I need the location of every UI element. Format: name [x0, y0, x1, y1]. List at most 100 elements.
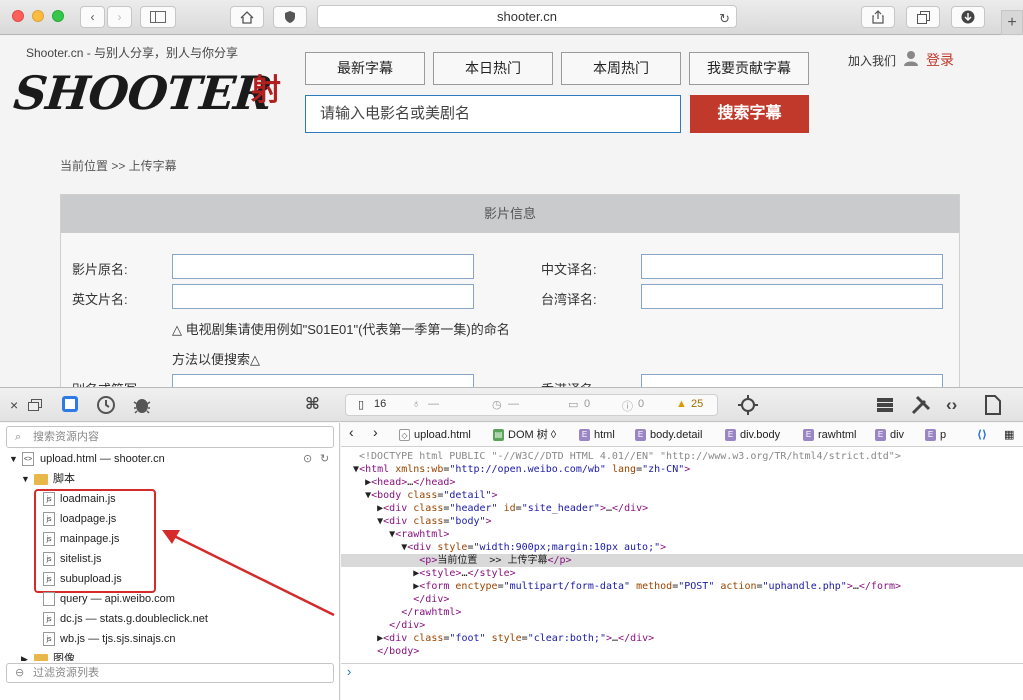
reload-icon[interactable]: ↻ [719, 8, 730, 29]
chevron-left-icon[interactable]: ‹ [349, 425, 354, 439]
dom-node-body-div-close[interactable]: </div> [341, 619, 1023, 632]
nav-today-hot[interactable]: 本日热门 [433, 52, 553, 85]
downloads-button[interactable] [951, 6, 985, 28]
breadcrumb-file-label: upload.html [414, 429, 471, 441]
styles-toggle-icon[interactable]: ⟨⟩ [977, 428, 987, 442]
document-icon[interactable] [985, 395, 1001, 415]
console-prompt-icon[interactable]: ⌘ [305, 396, 320, 414]
timeline-icon[interactable] [96, 395, 116, 415]
new-tab-button[interactable]: + [1001, 10, 1023, 35]
list-item[interactable]: js dc.js — stats.g.doubleclick.net [0, 609, 340, 629]
reload-resource-icon[interactable]: ↻ [320, 449, 329, 469]
chinese-name-label: 中文译名: [541, 262, 597, 277]
download-resource-icon[interactable]: ⊙ [303, 449, 312, 469]
chinese-name-input[interactable] [641, 254, 943, 279]
console-input[interactable]: › [341, 663, 1023, 683]
share-icon [872, 10, 884, 24]
dom-node-form[interactable]: ▶<form enctype="multipart/form-data" met… [341, 580, 1023, 593]
grid-layout-icon[interactable]: ▦ [1004, 428, 1014, 442]
images-folder-label: 图像 [53, 653, 75, 661]
home-button[interactable] [230, 6, 264, 28]
site-logo[interactable]: SHOOTER [11, 66, 274, 120]
list-item[interactable]: js wb.js — tjs.sjs.sinajs.cn [0, 629, 340, 649]
taiwan-name-label: 台湾译名: [541, 292, 597, 307]
back-button[interactable]: ‹ [80, 6, 105, 28]
naming-note-line1: △ 电视剧集请使用例如"S01E01"(代表第一季第一集)的命名 [172, 322, 510, 337]
nav-contribute[interactable]: 我要贡献字幕 [689, 52, 809, 85]
movie-info-panel: 影片信息 影片原名: 中文译名: 英文片名: 台湾译名: △ 电视剧集请使用例如… [60, 194, 960, 387]
hongkong-name-label: 香港译名: [541, 379, 597, 387]
js-file-icon: js [43, 612, 55, 626]
warning-icon: ▲ [676, 398, 687, 410]
extension-button[interactable] [273, 6, 307, 28]
dom-node-header[interactable]: ▶<div class="header" id="site_header">…<… [341, 502, 1023, 515]
dom-node-div-close[interactable]: </div> [341, 593, 1023, 606]
hongkong-name-input[interactable] [641, 374, 943, 387]
minimize-window-button[interactable] [32, 10, 44, 22]
chevron-right-icon[interactable]: › [373, 425, 378, 439]
sidebar-toggle-button[interactable] [140, 6, 176, 28]
page-time: — [508, 398, 519, 410]
resource-root[interactable]: ▼ <> upload.html — shooter.cn ⊙ ↻ [0, 449, 340, 469]
p-text: 当前位置 >> 上传字幕 [437, 555, 548, 566]
resources-count-icon: ▯ [358, 399, 365, 411]
site-tagline: Shooter.cn - 与别人分享，别人与你分享 [26, 46, 239, 60]
resource-search-placeholder: 搜索资源内容 [33, 431, 99, 443]
nav-latest-subtitles[interactable]: 最新字幕 [305, 52, 425, 85]
dom-node-div-body[interactable]: ▼<div class="body"> [341, 515, 1023, 528]
dom-node-html[interactable]: ▼<html xmlns:wb="http://open.weibo.com/w… [341, 463, 1023, 476]
nav-week-hot[interactable]: 本周热门 [561, 52, 681, 85]
breadcrumb-div-body[interactable]: Ediv.body [725, 428, 780, 442]
breadcrumb-dom-tree[interactable]: ▤ DOM 树 ◊ [493, 428, 556, 442]
dom-node-rawhtml[interactable]: ▼<rawhtml> [341, 528, 1023, 541]
search-input[interactable]: 请输入电影名或美剧名 [305, 95, 681, 133]
breadcrumb-file[interactable]: ◇ upload.html [399, 428, 471, 442]
resources-tab-icon[interactable] [61, 395, 79, 413]
search-button[interactable]: 搜索字幕 [690, 95, 809, 133]
resource-list-filter[interactable]: ⊖ 过滤资源列表 [6, 663, 334, 683]
dom-doctype[interactable]: <!DOCTYPE html PUBLIC "-//W3C//DTD HTML … [341, 450, 1023, 463]
html-file-icon: ◇ [399, 429, 410, 442]
list-item[interactable]: query — api.weibo.com [0, 589, 340, 609]
address-bar[interactable]: shooter.cn ↻ [317, 5, 737, 28]
breadcrumb-div[interactable]: Ediv [875, 428, 904, 442]
source-code-icon[interactable]: ‹› [946, 396, 957, 414]
taiwan-name-input[interactable] [641, 284, 943, 309]
zoom-window-button[interactable] [52, 10, 64, 22]
breadcrumb-p[interactable]: Ep [925, 428, 946, 442]
alias-input[interactable] [172, 374, 474, 387]
dom-node-head[interactable]: ▶<head>…</head> [341, 476, 1023, 489]
share-button[interactable] [861, 6, 895, 28]
dom-node-foot[interactable]: ▶<div class="foot" style="clear:both;">…… [341, 632, 1023, 645]
activity-stats[interactable]: ▯ 16 ♁ — ◷ — ▭ 0 ⓘ 0 ▲ 25 [345, 394, 718, 416]
element-icon: E [803, 429, 814, 442]
tabs-overview-button[interactable] [906, 6, 940, 28]
original-name-input[interactable] [172, 254, 474, 279]
crosshair-inspect-icon[interactable] [737, 394, 759, 416]
debugger-bug-icon[interactable] [132, 395, 152, 415]
images-folder[interactable]: ▶ 图像 [0, 649, 340, 661]
dom-node-style[interactable]: ▶<style>…</style> [341, 567, 1023, 580]
breadcrumb-rawhtml[interactable]: Erawhtml [803, 428, 857, 442]
forward-button[interactable]: › [107, 6, 132, 28]
close-inspector-icon[interactable]: × [10, 396, 18, 414]
english-name-input[interactable] [172, 284, 474, 309]
tools-icon[interactable] [911, 395, 931, 415]
js-file-icon: js [43, 632, 55, 646]
dom-node-p-selected[interactable]: <p>当前位置 >> 上传字幕</p> [341, 554, 1023, 567]
resource-content-search[interactable]: ⌕ 搜索资源内容 [6, 426, 334, 448]
breadcrumb-body[interactable]: Ebody.detail [635, 428, 702, 442]
breadcrumb-html[interactable]: Ehtml [579, 428, 615, 442]
close-window-button[interactable] [12, 10, 24, 22]
dock-icon[interactable] [28, 399, 42, 411]
join-us-link[interactable]: 加入我们 [848, 52, 896, 69]
element-icon: E [875, 429, 886, 442]
login-link[interactable]: 登录 [926, 50, 954, 70]
dom-node-rawhtml-close[interactable]: </rawhtml> [341, 606, 1023, 619]
dom-node-body[interactable]: ▼<body class="detail"> [341, 489, 1023, 502]
scripts-folder[interactable]: ▼ 脚本 [0, 469, 340, 489]
dom-node-div-style[interactable]: ▼<div style="width:900px;margin:10px aut… [341, 541, 1023, 554]
dom-node-body-close[interactable]: </body> [341, 645, 1023, 658]
stack-layers-icon[interactable] [876, 397, 894, 413]
element-icon: E [725, 429, 736, 442]
